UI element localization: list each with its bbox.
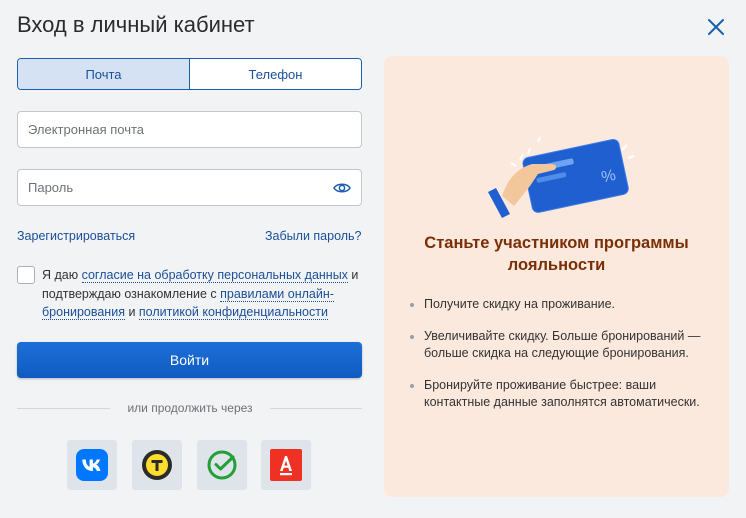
- consent-text: Я даю согласие на обработку персональных…: [42, 266, 362, 322]
- password-field-wrapper: [17, 169, 362, 206]
- vk-login-button[interactable]: [67, 440, 117, 490]
- consent-text-part: и: [124, 305, 139, 319]
- promo-title: Станьте участником программы лояльности: [424, 234, 689, 274]
- modal-title: Вход в личный кабинет: [17, 12, 255, 37]
- promo-benefit-item: Бронируйте проживание быстрее: ваши конт…: [408, 377, 718, 411]
- divider-line: [270, 408, 362, 409]
- password-field[interactable]: [28, 180, 333, 195]
- close-icon[interactable]: [705, 16, 727, 38]
- vk-icon: [76, 449, 108, 481]
- email-field-wrapper: [17, 111, 362, 148]
- login-button[interactable]: Войти: [17, 342, 362, 378]
- tinkoff-login-button[interactable]: [132, 440, 182, 490]
- tinkoff-icon: [142, 450, 172, 480]
- privacy-policy-link[interactable]: политикой конфиденциальности: [138, 305, 328, 320]
- personal-data-consent-link[interactable]: согласие на обработку персональных данны…: [81, 268, 348, 283]
- register-link[interactable]: Зарегистрироваться: [17, 229, 135, 243]
- tab-email[interactable]: Почта: [18, 59, 189, 89]
- show-password-eye-icon[interactable]: [333, 181, 351, 195]
- tab-phone[interactable]: Телефон: [189, 59, 361, 89]
- promo-benefit-item: Увеличивайте скидку. Больше бронирований…: [408, 328, 718, 362]
- login-modal: Вход в личный кабинет Почта Телефон Заре…: [0, 0, 746, 518]
- loyalty-card-hand-icon: %: [488, 136, 635, 218]
- email-field[interactable]: [28, 122, 351, 137]
- sber-login-button[interactable]: [197, 440, 247, 490]
- alfa-icon: [270, 449, 302, 481]
- alfa-login-button[interactable]: [261, 440, 311, 490]
- loyalty-promo-panel: % Станьте участником программы лояльност…: [384, 56, 729, 497]
- forgot-password-link[interactable]: Забыли пароль?: [265, 229, 362, 243]
- consent-checkbox[interactable]: [17, 266, 35, 284]
- promo-benefit-item: Получите скидку на проживание.: [408, 296, 615, 313]
- divider-line: [17, 408, 110, 409]
- consent-text-part: Я даю: [42, 268, 82, 282]
- sber-icon: [207, 450, 237, 480]
- login-method-tabs: Почта Телефон: [17, 58, 362, 90]
- divider-text: или продолжить через: [127, 401, 253, 415]
